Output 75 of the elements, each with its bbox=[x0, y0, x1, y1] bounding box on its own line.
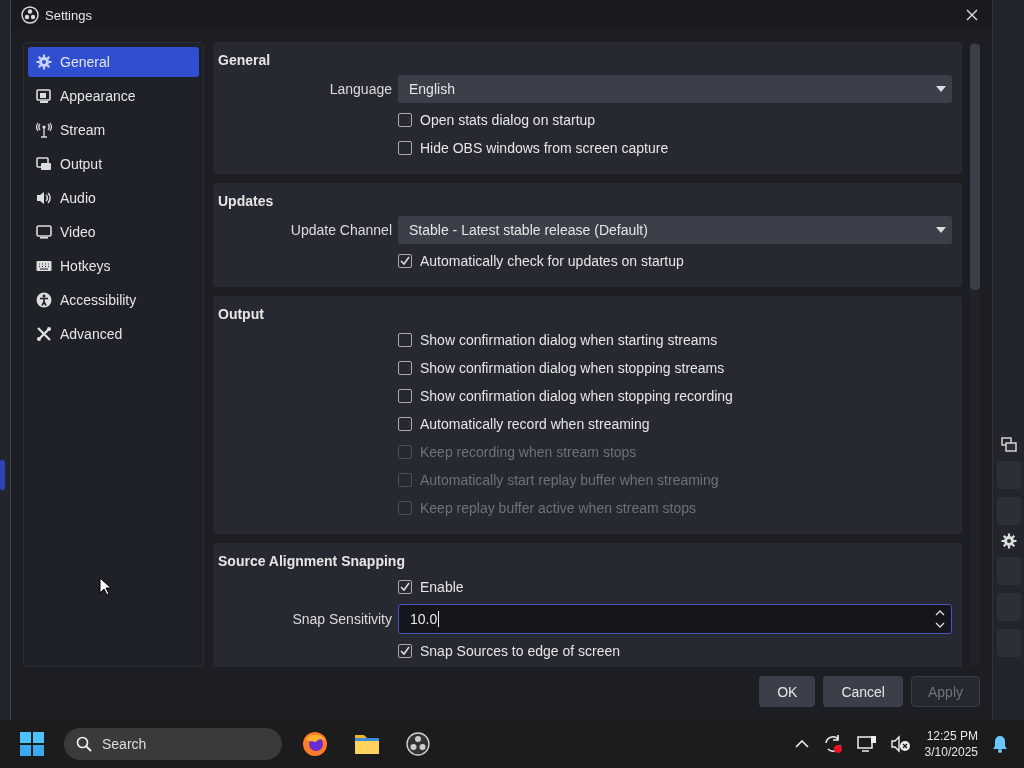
dropdown[interactable]: English bbox=[398, 75, 952, 103]
clock-date[interactable]: 3/10/2025 bbox=[924, 744, 978, 760]
muted-speaker-icon[interactable] bbox=[890, 735, 911, 753]
network-icon[interactable] bbox=[856, 735, 877, 753]
checkbox[interactable] bbox=[398, 333, 412, 347]
selection-bar bbox=[0, 460, 5, 490]
dialog-button[interactable]: OK bbox=[759, 676, 816, 707]
field-label: Update Channel bbox=[290, 222, 392, 238]
bell-icon[interactable] bbox=[992, 735, 1008, 753]
checkbox[interactable] bbox=[398, 389, 412, 403]
checkbox[interactable] bbox=[398, 141, 412, 155]
scrollbar[interactable] bbox=[970, 42, 980, 667]
checkbox[interactable] bbox=[398, 580, 412, 594]
checkbox-label: Automatically start replay buffer when streaming bbox=[420, 472, 719, 488]
checkbox-label: Enable bbox=[420, 579, 464, 595]
app-logo-icon bbox=[21, 6, 39, 24]
checkbox-label: Show confirmation dialog when stopping recording bbox=[420, 388, 733, 404]
group-title: Output bbox=[218, 305, 265, 324]
sidebar-item[interactable]: Hotkeys bbox=[28, 251, 199, 281]
gear-icon[interactable] bbox=[1000, 533, 1017, 549]
caret-icon bbox=[936, 86, 946, 92]
clock-time[interactable]: 12:25 PM bbox=[926, 728, 978, 744]
checkbox[interactable] bbox=[398, 113, 412, 127]
checkbox-label: Snap Sources to edge of screen bbox=[420, 643, 621, 659]
monitor-brush-icon bbox=[36, 88, 52, 104]
dialog-button[interactable]: Cancel bbox=[823, 676, 903, 707]
monitor-icon bbox=[36, 224, 52, 240]
speaker-icon bbox=[36, 190, 52, 206]
dropdown[interactable]: Stable - Latest stable release (Default) bbox=[398, 216, 952, 244]
close-icon[interactable] bbox=[966, 9, 978, 21]
person-icon bbox=[36, 292, 52, 308]
antenna-icon bbox=[36, 122, 52, 138]
checkbox-label: Show confirmation dialog when stopping streams bbox=[420, 360, 725, 376]
checkbox-label: Automatically record when streaming bbox=[420, 416, 650, 432]
tools-icon bbox=[36, 326, 52, 342]
sidebar-item[interactable]: Video bbox=[28, 217, 199, 247]
checkbox-label: Show confirmation dialog when starting streams bbox=[420, 332, 718, 348]
field-label: Snap Sensitivity bbox=[292, 611, 392, 627]
sidebar-item[interactable]: Output bbox=[28, 149, 199, 179]
app-logo-icon[interactable] bbox=[406, 732, 430, 756]
checkbox-label: Keep replay buffer active when stream stops bbox=[420, 500, 696, 516]
search-field[interactable]: Search bbox=[64, 728, 282, 760]
browser-icon[interactable] bbox=[302, 731, 328, 757]
sync-icon[interactable] bbox=[822, 734, 843, 754]
windows-icon[interactable] bbox=[1000, 437, 1017, 453]
sidebar-item[interactable]: General bbox=[28, 47, 199, 77]
checkbox-label: Open stats dialog on startup bbox=[420, 112, 596, 128]
sidebar-item[interactable]: Accessibility bbox=[28, 285, 199, 315]
checkbox[interactable] bbox=[398, 417, 412, 431]
checkbox-label: Automatically check for updates on startup bbox=[420, 253, 684, 269]
windows-logo-icon[interactable] bbox=[20, 732, 44, 756]
number-field[interactable]: 10.0 bbox=[398, 604, 952, 634]
window-title: Settings bbox=[45, 7, 93, 23]
checkbox-label: Keep recording when stream stops bbox=[420, 444, 637, 460]
field-label: Language bbox=[329, 81, 392, 97]
checkbox[interactable] bbox=[398, 254, 412, 268]
chevron-up-icon[interactable] bbox=[794, 740, 809, 748]
group-title: General bbox=[218, 51, 272, 70]
stepper-icon bbox=[935, 609, 945, 629]
group-title: Updates bbox=[218, 192, 275, 211]
sidebar-item[interactable]: Stream bbox=[28, 115, 199, 145]
sidebar-item[interactable]: Audio bbox=[28, 183, 199, 213]
sidebar-item[interactable]: Appearance bbox=[28, 81, 199, 111]
screens-icon bbox=[36, 156, 52, 172]
mouse-pointer-icon bbox=[99, 577, 111, 596]
group-title: Source Alignment Snapping bbox=[218, 552, 406, 571]
keyboard-icon bbox=[36, 258, 52, 274]
search-icon bbox=[76, 736, 92, 752]
checkbox[interactable] bbox=[398, 361, 412, 375]
sidebar-item[interactable]: Advanced bbox=[28, 319, 199, 349]
gear-icon bbox=[36, 54, 52, 70]
checkbox[interactable] bbox=[398, 644, 412, 658]
checkbox-label: Hide OBS windows from screen capture bbox=[420, 140, 669, 156]
caret-icon bbox=[936, 227, 946, 233]
folder-icon[interactable] bbox=[354, 733, 380, 755]
